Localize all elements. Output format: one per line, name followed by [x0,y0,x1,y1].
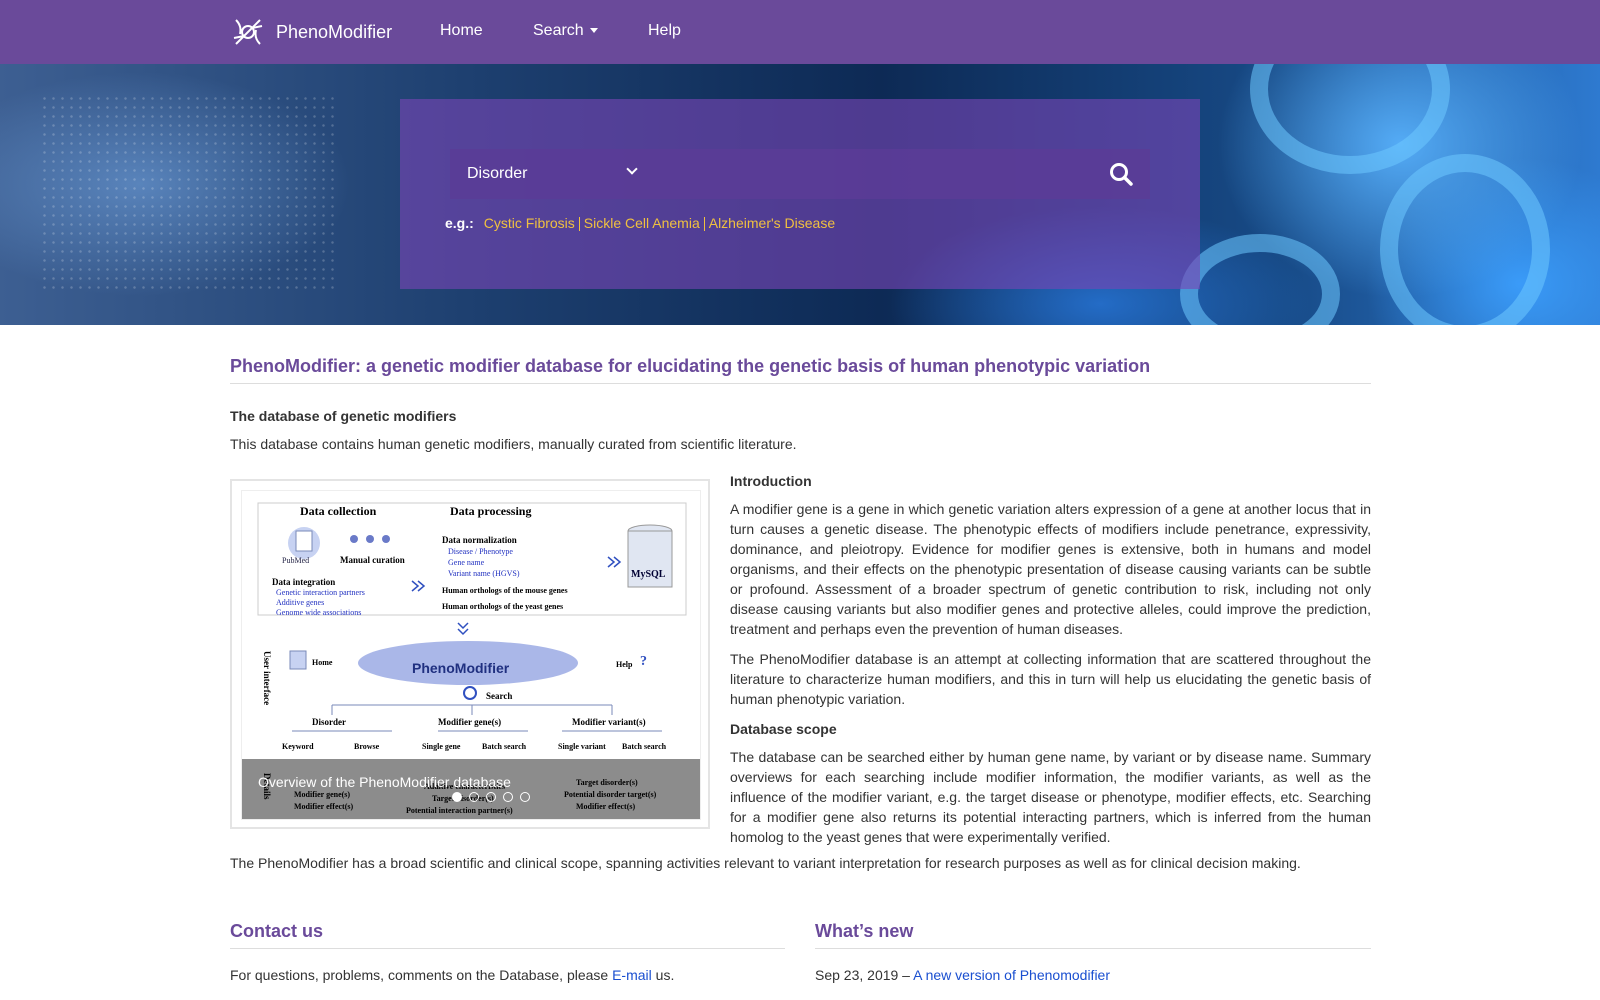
intro-paragraph: The PhenoModifier database is an attempt… [730,651,1371,707]
nav-help[interactable]: Help [648,22,681,40]
carousel-indicator[interactable] [469,792,479,802]
fig-integration-item: Genetic interaction partners [276,588,365,597]
scope-heading: Database scope [730,721,837,737]
hero-dots-decoration [40,94,340,294]
intro-section: Introduction A modifier gene is a gene i… [730,471,1371,857]
fig-data-processing: Data processing [450,504,531,518]
intro-heading: Introduction [730,473,812,489]
database-subheading: The database of genetic modifiers [230,408,457,424]
contact-text: For questions, problems, comments on the… [230,967,674,983]
nav-search-dropdown[interactable]: Search [533,22,598,40]
title-divider [230,383,1371,384]
page-title: PhenoModifier: a genetic modifier databa… [230,356,1151,376]
fig-modifier-genes: Modifier gene(s) [438,717,501,727]
person-icon [350,535,358,543]
fig-integration-item: Additive genes [276,598,324,607]
hero-banner: Disorder e.g.: Cystic Fibrosis Sickle Cell… [0,64,1600,325]
dna-logo-icon [233,19,263,45]
fig-browse: Browse [354,742,380,751]
brand-name: PhenoModifier [276,21,393,42]
fig-norm-item: Disease / Phenotype [448,547,513,556]
carousel-indicators [452,792,530,802]
search-panel: Disorder e.g.: Cystic Fibrosis Sickle Cell… [400,99,1200,289]
fig-modifier-variants: Modifier variant(s) [572,717,646,727]
brand-link[interactable]: PhenoModifier [230,14,392,50]
example-link[interactable]: Cystic Fibrosis [484,215,575,231]
chevron-right-icon [607,556,622,568]
fig-single-variant: Single variant [558,742,606,751]
email-link[interactable]: E-mail [612,967,652,983]
carousel-indicator[interactable] [520,792,530,802]
search-icon[interactable] [1108,161,1134,187]
fig-home: Home [312,658,333,667]
help-icon: ? [640,654,647,669]
fig-mysql: MySQL [631,569,666,580]
news-date: Sep 23, 2019 – [815,967,910,983]
example-separator [578,217,580,232]
fig-orthologs-mouse: Human orthologs of the mouse genes [442,586,568,595]
home-icon [289,650,307,670]
person-icon [366,535,374,543]
scope-paragraph: The database can be searched either by h… [730,749,1371,845]
contact-divider [230,948,785,949]
carousel-caption-bar: Overview of the PhenoModifier database [242,759,700,819]
fig-keyword: Keyword [282,742,314,751]
top-navbar: PhenoModifier Home Search Help [0,0,1600,64]
fig-orthologs-yeast: Human orthologs of the yeast genes [442,602,563,611]
nav-home[interactable]: Home [440,22,483,40]
example-link[interactable]: Sickle Cell Anemia [584,215,700,231]
examples-label: e.g.: [445,215,474,231]
dna-strand-decoration [1250,64,1450,174]
contact-text-after: us. [655,967,675,983]
example-link[interactable]: Alzheimer's Disease [709,215,835,231]
fig-hub: PhenoModifier [412,660,510,676]
fig-data-collection: Data collection [300,504,377,518]
fig-manual-curation: Manual curation [340,555,405,565]
carousel-caption: Overview of the PhenoModifier database [258,774,511,790]
news-divider [815,948,1371,949]
document-icon [295,530,313,552]
database-description: This database contains human genetic mod… [230,436,797,452]
scope-summary: The PhenoModifier has a broad scientific… [230,855,1301,871]
fig-single-gene: Single gene [422,742,461,751]
chevron-down-icon [457,622,469,636]
fig-norm-item: Gene name [448,558,485,567]
carousel-indicator[interactable] [452,792,462,802]
carousel-slide: Data collection Data processing PubMed M… [241,490,701,820]
search-bar: Disorder [450,149,1150,199]
overview-carousel[interactable]: Data collection Data processing PubMed M… [230,479,710,829]
fig-data-integration: Data integration [272,577,335,587]
fig-user-interface: User interface [262,651,272,705]
contact-text-before: For questions, problems, comments on the… [230,967,609,983]
carousel-indicator[interactable] [503,792,513,802]
news-item: Sep 23, 2019 – A new version of Phenomod… [815,967,1110,983]
dna-strand-decoration [1380,154,1550,325]
magnifier-icon [463,686,477,700]
intro-paragraph: A modifier gene is a gene in which genet… [730,501,1371,637]
chevron-right-icon [411,580,426,592]
carousel-indicator[interactable] [486,792,496,802]
news-link[interactable]: A new version of Phenomodifier [913,967,1110,983]
caret-down-icon [589,28,598,34]
tree-connector [331,704,613,715]
contact-heading: Contact us [230,921,324,941]
fig-norm-item: Variant name (HGVS) [448,569,520,578]
dna-strand-decoration [1180,234,1340,325]
fig-search: Search [486,691,512,701]
fig-pubmed: PubMed [282,556,309,565]
example-separator [703,217,705,232]
nav-search-label: Search [533,22,584,39]
fig-integration-item: Genome wide associations [276,608,361,617]
news-heading: What’s new [815,921,914,941]
person-icon [382,535,390,543]
fig-disorder: Disorder [312,717,346,727]
fig-help: Help [616,660,633,669]
search-examples: e.g.: Cystic Fibrosis Sickle Cell Anemia Al… [445,215,835,232]
search-category-select[interactable]: Disorder [467,165,527,183]
chevron-down-icon [626,163,638,175]
fig-batch-search: Batch search [482,742,527,751]
fig-data-normalization: Data normalization [442,535,517,545]
fig-batch-search: Batch search [622,742,667,751]
